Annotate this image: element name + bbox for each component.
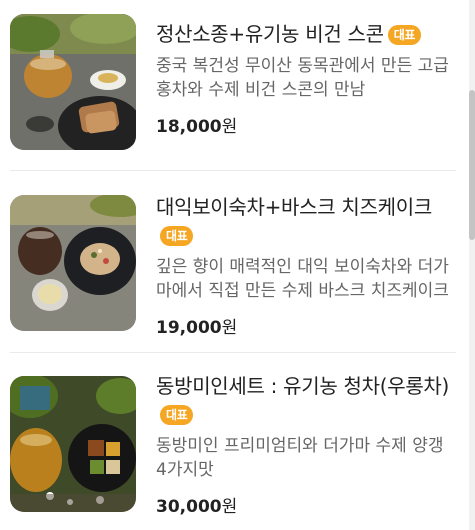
price-value: 30,000: [156, 497, 222, 517]
price-value: 18,000: [156, 117, 222, 137]
product-description: 동방미인 프리미엄티와 더가마 수제 양갱 4가지맛: [156, 436, 444, 480]
tea-scone-photo: [10, 14, 136, 150]
price-currency: 원: [221, 497, 238, 517]
product-description: 중국 복건성 무이산 동목관에서 만든 고급홍차와 수제 비건 스콘의 만남: [156, 56, 449, 100]
product-image[interactable]: [10, 195, 136, 331]
product-price: 19,000원: [156, 313, 456, 338]
product-title-text: 정산소종+유기농 비건 스콘: [156, 22, 384, 46]
product-image[interactable]: [10, 14, 136, 150]
price-currency: 원: [221, 318, 238, 338]
product-description: 깊은 향이 매력적인 대익 보이숙차와 더가마에서 직접 만든 수제 바스크 치…: [156, 257, 449, 301]
product-title-text: 대익보이숙차+바스크 치즈케이크: [156, 195, 432, 219]
product-info: 대익보이숙차+바스크 치즈케이크대표 깊은 향이 매력적인 대익 보이숙차와 더…: [156, 193, 456, 338]
product-info: 동방미인세트 : 유기농 청차(우롱차) 대표 동방미인 프리미엄티와 더가마 수…: [156, 372, 456, 517]
product-price: 18,000원: [156, 112, 456, 137]
representative-badge: 대표: [160, 226, 194, 246]
oolong-set-photo: [10, 376, 136, 512]
scrollbar-track[interactable]: [469, 0, 475, 530]
product-title[interactable]: 대익보이숙차+바스크 치즈케이크대표: [156, 193, 456, 249]
product-title[interactable]: 정산소종+유기농 비건 스콘 대표: [156, 20, 456, 48]
price-value: 19,000: [156, 318, 222, 338]
representative-badge: 대표: [387, 25, 422, 45]
divider: [10, 352, 456, 353]
product-image[interactable]: [10, 376, 136, 512]
product-title-text: 동방미인세트 : 유기농 청차(우롱차): [156, 374, 450, 398]
divider: [10, 170, 456, 171]
product-info: 정산소종+유기농 비건 스콘 대표 중국 복건성 무이산 동목관에서 만든 고급홍…: [156, 20, 456, 137]
puer-cheesecake-photo: [10, 195, 136, 331]
product-title[interactable]: 동방미인세트 : 유기농 청차(우롱차) 대표: [156, 372, 456, 428]
representative-badge: 대표: [160, 405, 194, 425]
product-price: 30,000원: [156, 492, 456, 517]
price-currency: 원: [221, 117, 238, 137]
scrollbar-thumb[interactable]: [469, 90, 475, 240]
